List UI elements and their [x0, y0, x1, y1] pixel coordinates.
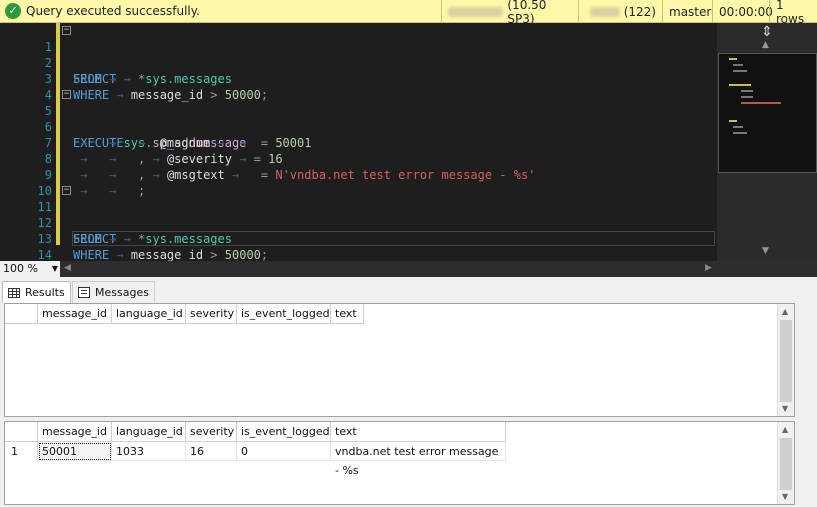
- row-header-corner: [5, 304, 38, 324]
- messages-icon: [78, 287, 90, 298]
- results-tabs: Results Messages: [0, 279, 817, 303]
- code-line: 2 FROM → → sys.messages: [0, 39, 717, 86]
- zoom-select[interactable]: 100 % ▼: [0, 261, 60, 277]
- table-cell[interactable]: 16: [186, 442, 237, 461]
- code-line: 1 − SELECT → *: [0, 23, 717, 87]
- scroll-down-icon[interactable]: ▼: [782, 492, 788, 501]
- vertical-scrollbar[interactable]: ▲ ▼: [777, 422, 794, 504]
- chevron-down-icon: ▼: [51, 264, 58, 273]
- column-header[interactable]: is_event_logged: [237, 422, 331, 442]
- scroll-down-icon[interactable]: ▼: [782, 404, 788, 413]
- query-editor[interactable]: 1 − SELECT → * 2 FROM → → sys.messages 3…: [0, 23, 717, 262]
- code-line: 7 → → , → @severity → = 16: [0, 119, 717, 166]
- code-line: 11 − SELECT → *: [0, 183, 717, 247]
- scroll-right-icon[interactable]: ▶: [705, 263, 712, 273]
- status-user: (122): [578, 0, 662, 23]
- scroll-up-icon[interactable]: ▲: [762, 40, 769, 50]
- code-line: 8 → → , → @msgtext → = N'vndba.net test …: [0, 135, 717, 182]
- scroll-down-icon[interactable]: ▼: [762, 246, 769, 256]
- row-header-corner: [5, 422, 38, 442]
- keyword: WHERE: [73, 248, 110, 262]
- code-line: 4: [0, 71, 717, 102]
- success-check-icon: ✓: [5, 3, 21, 19]
- column-header[interactable]: text: [331, 422, 506, 442]
- status-server: (10.50 SP3): [441, 0, 578, 26]
- column-header[interactable]: language_id: [112, 422, 186, 442]
- redacted-server-name: [448, 6, 504, 17]
- code-line: 13 WHERE → message_id > 50000;: [0, 215, 717, 262]
- table-cell[interactable]: vndba.net test error message - %s: [331, 442, 506, 477]
- identifier: message_id: [130, 248, 204, 262]
- status-fields: (10.50 SP3) (122) master 00:00:00 1 rows: [441, 0, 817, 26]
- column-header[interactable]: severity: [186, 304, 237, 324]
- code-line: 3 WHERE → message_id > 50000;: [0, 55, 717, 102]
- code-line: 5 − EXECUTEsys.sp_addmessage: [0, 87, 717, 151]
- status-message: Query executed successfully.: [26, 4, 200, 18]
- map-scrollbar[interactable]: ⇕ ▲ ▼: [717, 23, 817, 261]
- tab-results-label: Results: [25, 286, 65, 299]
- column-header[interactable]: language_id: [112, 304, 186, 324]
- status-database: master: [662, 0, 712, 23]
- code-line: 9 → → ;: [0, 151, 717, 198]
- zoom-value: 100 %: [3, 262, 38, 275]
- status-rows: 1 rows: [769, 0, 817, 26]
- status-bar: ✓ Query executed successfully. (10.50 SP…: [0, 0, 817, 26]
- code-line: 6 → → → @msgnum → → = 50001: [0, 103, 717, 150]
- results-grid-empty[interactable]: message_id language_id severity is_event…: [4, 303, 795, 417]
- current-line-highlight: [72, 231, 715, 246]
- scroll-left-icon[interactable]: ◀: [64, 263, 71, 273]
- tab-messages-label: Messages: [95, 286, 149, 299]
- scroll-up-icon[interactable]: ▲: [782, 425, 788, 434]
- results-grid[interactable]: message_id language_id severity is_event…: [4, 421, 795, 505]
- scroll-thumb[interactable]: [780, 438, 792, 490]
- operator: >: [210, 248, 218, 262]
- operator: ;: [260, 248, 269, 262]
- code-line: 12 FROM → → sys.messages: [0, 199, 717, 246]
- collapse-icon[interactable]: −: [62, 90, 71, 99]
- table-cell[interactable]: 0: [237, 442, 331, 461]
- table-cell[interactable]: 50001: [38, 442, 112, 461]
- code-line: 10: [0, 167, 717, 198]
- minimap[interactable]: [718, 53, 817, 173]
- editor-footer: 100 % ▼ ◀ ▶: [0, 261, 817, 277]
- status-version: (10.50 SP3): [507, 0, 547, 26]
- column-header[interactable]: text: [331, 304, 364, 324]
- scroll-thumb[interactable]: [780, 320, 792, 402]
- grid-icon: [8, 287, 20, 298]
- row-number[interactable]: 1: [5, 442, 38, 461]
- scroll-up-icon[interactable]: ▲: [782, 307, 788, 316]
- vertical-scrollbar[interactable]: ▲ ▼: [777, 304, 794, 416]
- split-window-icon[interactable]: ⇕: [759, 25, 775, 39]
- number-literal: 50000: [224, 248, 261, 262]
- tab-messages[interactable]: Messages: [72, 281, 155, 303]
- column-header[interactable]: message_id: [38, 422, 112, 442]
- column-header[interactable]: message_id: [38, 304, 112, 324]
- collapse-icon[interactable]: −: [62, 186, 71, 195]
- column-header[interactable]: is_event_logged: [237, 304, 331, 324]
- status-elapsed: 00:00:00: [712, 0, 773, 23]
- redacted-user-name: [589, 6, 620, 17]
- collapse-icon[interactable]: −: [62, 26, 71, 35]
- column-header[interactable]: severity: [186, 422, 237, 442]
- tab-results[interactable]: Results: [2, 281, 71, 303]
- status-spid: (122): [623, 4, 656, 19]
- table-cell[interactable]: 1033: [112, 442, 186, 461]
